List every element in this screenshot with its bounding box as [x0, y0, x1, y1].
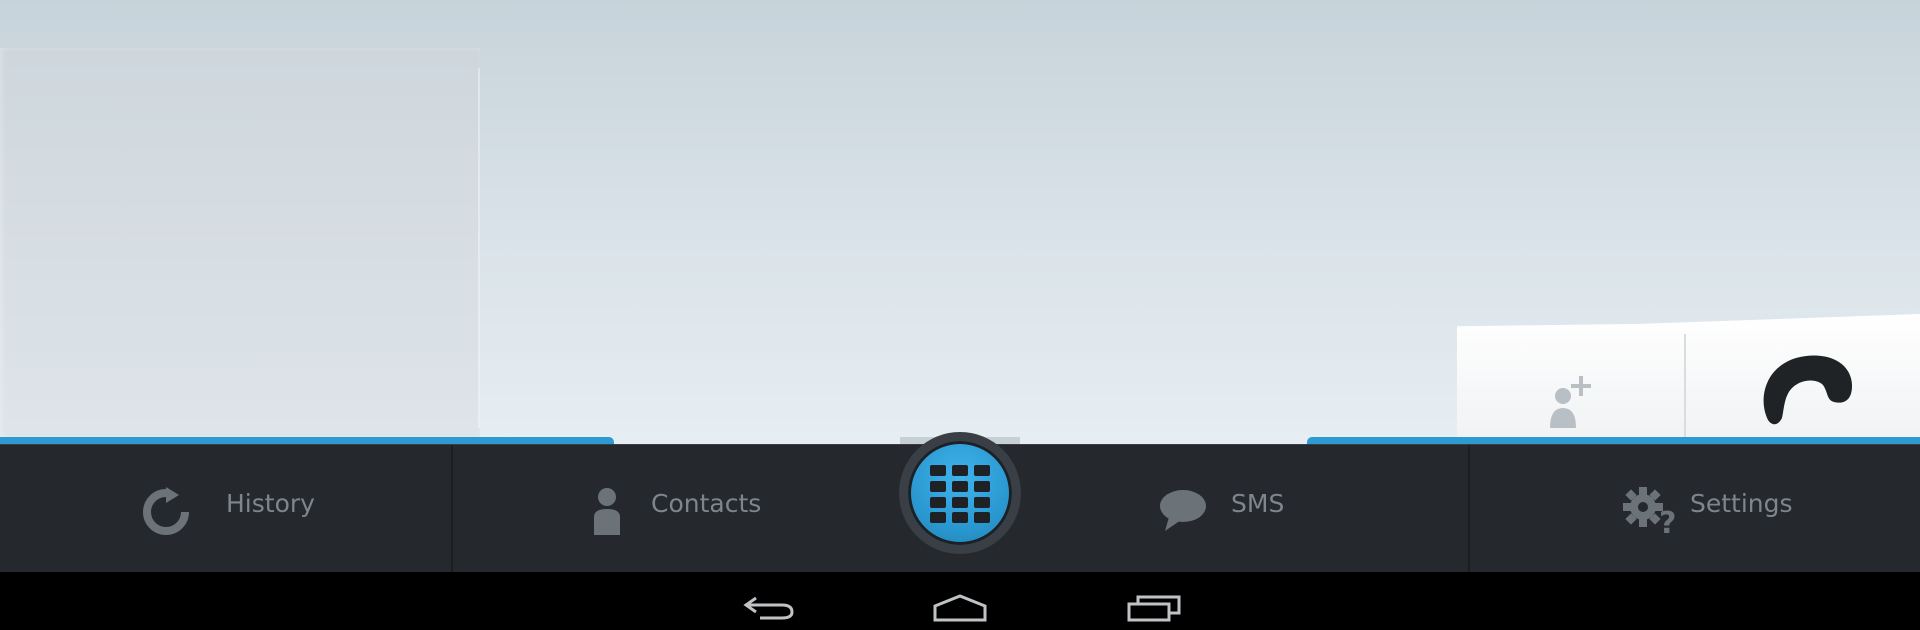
refresh-icon [143, 487, 189, 535]
tab-sms[interactable]: SMS [1021, 445, 1468, 573]
chat-bubble-icon [1160, 490, 1206, 531]
dialpad-icon [930, 465, 990, 523]
recent-apps-button[interactable] [1112, 572, 1194, 630]
tab-settings-label: Settings [1690, 489, 1793, 518]
back-button[interactable] [730, 572, 810, 630]
tab-contacts[interactable]: Contacts [453, 445, 899, 573]
accent-bar-right [1307, 437, 1920, 444]
gear-question-icon: ? [1623, 487, 1676, 535]
dialpad-button[interactable] [908, 441, 1012, 545]
call-button[interactable] [1686, 330, 1920, 437]
home-button[interactable] [918, 572, 1002, 630]
recent-apps-icon [1127, 595, 1181, 622]
svg-text:?: ? [1659, 506, 1676, 535]
tab-history-label: History [226, 489, 315, 518]
tab-history[interactable]: History [0, 445, 451, 573]
tab-sms-label: SMS [1231, 489, 1285, 518]
person-icon [594, 488, 620, 535]
phone-handset-icon [1763, 355, 1852, 425]
tab-contacts-label: Contacts [651, 489, 762, 518]
left-panel [0, 48, 480, 438]
home-icon [933, 594, 987, 622]
back-icon [743, 596, 794, 620]
add-contact-button[interactable] [1457, 330, 1683, 437]
add-contact-icon [1550, 376, 1591, 428]
dialer-display-area [0, 0, 1920, 444]
system-navigation-bar [0, 572, 1920, 630]
tab-settings[interactable]: ? Settings [1470, 445, 1920, 573]
accent-bar-left [0, 437, 614, 444]
